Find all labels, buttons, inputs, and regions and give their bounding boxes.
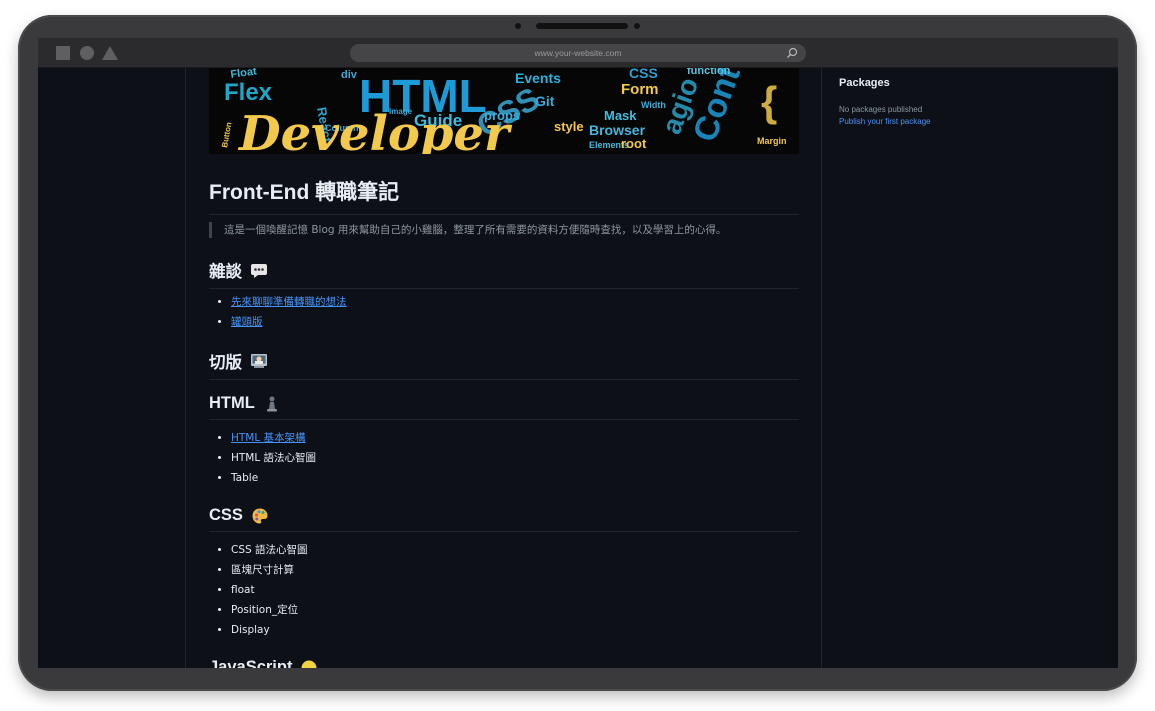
section-heading: HTML <box>209 394 799 420</box>
banner-word: Button <box>220 121 233 148</box>
banner-word: Width <box>641 100 666 110</box>
banner-word: Developer <box>237 106 513 154</box>
list-item: 區塊尺寸計算 <box>231 560 791 580</box>
banner-word: Form <box>621 81 659 98</box>
list-item: float <box>231 580 791 600</box>
list-item-text: Position_定位 <box>231 604 299 616</box>
list-item: Table <box>231 468 791 488</box>
list-item[interactable]: 先來聊聊準備轉職的想法 <box>231 292 791 312</box>
banner-word: root <box>621 136 647 151</box>
banner-word: function <box>687 68 731 77</box>
list-item-link[interactable]: HTML 基本架構 <box>231 432 306 444</box>
list-item-link[interactable]: 罐頭版 <box>231 316 263 328</box>
circle-icon[interactable] <box>80 46 94 60</box>
section-heading-label: JavaScript <box>209 658 293 668</box>
section-heading-label: 切版 <box>209 354 242 372</box>
computer-person-icon <box>250 352 268 370</box>
square-icon[interactable] <box>56 46 70 60</box>
list-item-text: float <box>231 584 255 596</box>
list-item-text: Table <box>231 472 259 484</box>
banner-word: Git <box>535 93 555 109</box>
banner-word: Flex <box>224 79 273 106</box>
address-bar[interactable]: www.your-website.com <box>350 44 806 62</box>
list-item-text: Display <box>231 624 270 636</box>
right-divider <box>821 68 822 668</box>
camera-dot-left <box>515 23 521 29</box>
section-heading: 雜談 <box>209 258 799 289</box>
section-list: CSS 語法心智圖區塊尺寸計算 float Position_定位 Display <box>231 540 791 640</box>
banner-decoration: { <box>761 78 777 125</box>
yellow-circle-icon <box>300 659 318 668</box>
banner-word: CSS <box>629 68 658 81</box>
browser-toolbar: www.your-website.com <box>38 38 1118 68</box>
intro-blockquote: 這是一個喚醒記憶 Blog 用來幫助自己的小雞腦，整理了所有需要的資料方便隨時查… <box>209 222 799 238</box>
section-heading: JavaScript <box>209 658 799 668</box>
list-item: HTML 語法心智圖 <box>231 448 791 468</box>
url-text: www.your-website.com <box>534 48 622 58</box>
page-title: Front-End 轉職筆記 <box>209 176 799 215</box>
section-heading-label: CSS <box>209 506 243 524</box>
list-item-text: HTML 語法心智圖 <box>231 452 317 464</box>
developer-banner-image: CSS agio Cont{HTML Flex Float div Events CSS For… <box>209 68 799 154</box>
section-list: 先來聊聊準備轉職的想法罐頭版 <box>231 292 791 332</box>
list-item[interactable]: HTML 基本架構 <box>231 428 791 448</box>
screen: www.your-website.com CSS agio Cont{HTML Fle… <box>38 38 1118 668</box>
list-item-text: 區塊尺寸計算 <box>231 564 294 576</box>
list-item: CSS 語法心智圖 <box>231 540 791 560</box>
section-list: HTML 基本架構 HTML 語法心智圖 Table <box>231 428 791 488</box>
list-item[interactable]: 罐頭版 <box>231 312 791 332</box>
no-packages-text: No packages published <box>839 105 923 114</box>
triangle-icon[interactable] <box>102 46 118 60</box>
palette-icon <box>251 507 269 525</box>
banner-word: Events <box>515 70 561 86</box>
chess-pawn-icon <box>263 395 281 413</box>
packages-heading: Packages <box>839 77 890 89</box>
banner-decoration: Cont <box>686 68 748 147</box>
banner-word: Margin <box>757 136 787 146</box>
section-heading: CSS <box>209 506 799 532</box>
list-item-link[interactable]: 先來聊聊準備轉職的想法 <box>231 296 347 308</box>
search-icon[interactable] <box>786 47 798 59</box>
list-item-text: CSS 語法心智圖 <box>231 544 308 556</box>
list-item: Display <box>231 620 791 640</box>
camera-dot-right <box>634 23 640 29</box>
page-content: CSS agio Cont{HTML Flex Float div Events CSS For… <box>38 68 1118 668</box>
list-item: Position_定位 <box>231 600 791 620</box>
speech-bubble-icon <box>250 261 268 279</box>
section-heading-label: HTML <box>209 394 255 412</box>
publish-package-link[interactable]: Publish your first package <box>839 117 931 126</box>
banner-word: style <box>554 119 584 134</box>
banner-word: Mask <box>604 108 637 123</box>
section-heading: 切版 <box>209 349 799 380</box>
banner-word: div <box>341 69 358 81</box>
section-heading-label: 雜談 <box>209 263 242 281</box>
speaker-slot <box>536 23 628 29</box>
left-divider <box>185 68 186 668</box>
